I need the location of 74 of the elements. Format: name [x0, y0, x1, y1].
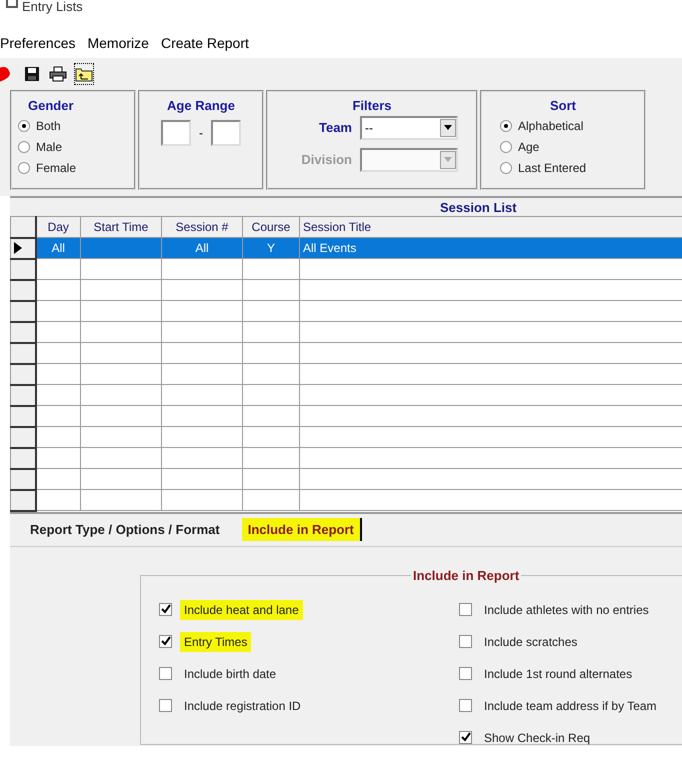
radio-label: Age	[518, 139, 540, 156]
row-header[interactable]	[10, 406, 36, 426]
checkbox-label: Include birth date	[183, 666, 278, 682]
row-header[interactable]	[10, 490, 36, 510]
separator-text: -	[199, 124, 203, 142]
checkbox[interactable]	[459, 731, 472, 744]
checkbox[interactable]	[459, 699, 472, 712]
tab[interactable]: Include in Report	[242, 518, 362, 542]
table-cell: All	[162, 238, 242, 258]
row-header[interactable]	[10, 322, 36, 342]
checkbox[interactable]	[159, 667, 172, 680]
group-title: Gender	[27, 97, 75, 115]
folder-up-icon[interactable]	[74, 63, 94, 85]
checkbox-label: Include 1st round alternates	[483, 666, 634, 682]
caret-icon	[444, 157, 452, 162]
checkbox-label: Entry Times	[180, 632, 252, 652]
column-header: Day	[36, 216, 80, 238]
checkbox-label: Include registration ID	[183, 698, 302, 714]
row-header[interactable]	[10, 280, 36, 300]
column-header: Course	[242, 216, 300, 238]
menu-item[interactable]: Memorize	[87, 32, 149, 54]
row-header[interactable]	[10, 342, 36, 364]
group-title: Filters	[351, 97, 392, 115]
row-header[interactable]	[10, 384, 36, 406]
team-dropdown[interactable]: --	[360, 116, 458, 140]
tab[interactable]: Report Type / Options / Format	[24, 518, 234, 542]
caret-icon	[444, 125, 452, 130]
row-header[interactable]	[10, 468, 36, 490]
checkbox[interactable]	[159, 603, 172, 616]
radio-button[interactable]	[500, 162, 512, 174]
checkbox-label: Include team address if by Team	[483, 698, 658, 714]
radio-button[interactable]	[500, 120, 512, 132]
age-to-field[interactable]	[211, 120, 241, 146]
checkbox-label: Show Check-in Req	[483, 730, 592, 746]
menu-item[interactable]: Preferences	[0, 32, 76, 54]
column-header: Session Title	[300, 216, 682, 238]
checkbox[interactable]	[159, 699, 172, 712]
radio-button[interactable]	[18, 162, 30, 174]
checkbox-label: Include athletes with no entries	[483, 602, 650, 618]
checkbox[interactable]	[459, 603, 472, 616]
team-label: Team	[319, 118, 352, 137]
row-header[interactable]	[10, 300, 36, 322]
division-label: Division	[301, 150, 352, 169]
radio-button[interactable]	[18, 120, 30, 132]
checkbox-label: Include heat and lane	[180, 600, 303, 620]
radio-button[interactable]	[500, 141, 512, 153]
checkbox[interactable]	[459, 667, 472, 680]
table-cell: All Events	[300, 238, 682, 258]
row-header[interactable]	[10, 364, 36, 384]
row-header[interactable]	[10, 426, 36, 448]
table-cell: Y	[242, 238, 300, 258]
row-header[interactable]	[10, 448, 36, 468]
checkbox-label: Include scratches	[483, 634, 578, 650]
radio-label: Last Entered	[518, 160, 586, 177]
radio-label: Alphabetical	[518, 118, 584, 135]
row-header[interactable]	[10, 258, 36, 280]
row-pointer-icon	[14, 242, 22, 254]
group-title: Sort	[549, 97, 577, 115]
column-header: Start Time	[80, 216, 162, 238]
row-header[interactable]	[10, 238, 36, 258]
checkbox[interactable]	[159, 635, 172, 648]
radio-label: Female	[36, 160, 76, 177]
window-title: Entry Lists	[22, 0, 83, 14]
age-from-field[interactable]	[161, 120, 191, 146]
table-title: Session List	[440, 200, 517, 215]
radio-button[interactable]	[18, 141, 30, 153]
window-icon	[6, 0, 18, 8]
column-header: Session #	[162, 216, 242, 238]
radio-label: Both	[36, 118, 61, 135]
table-cell: All	[36, 238, 80, 258]
radio-label: Male	[36, 139, 62, 156]
menu-item[interactable]: Create Report	[160, 32, 249, 54]
checkbox[interactable]	[459, 635, 472, 648]
group-title: Age Range	[166, 97, 236, 115]
